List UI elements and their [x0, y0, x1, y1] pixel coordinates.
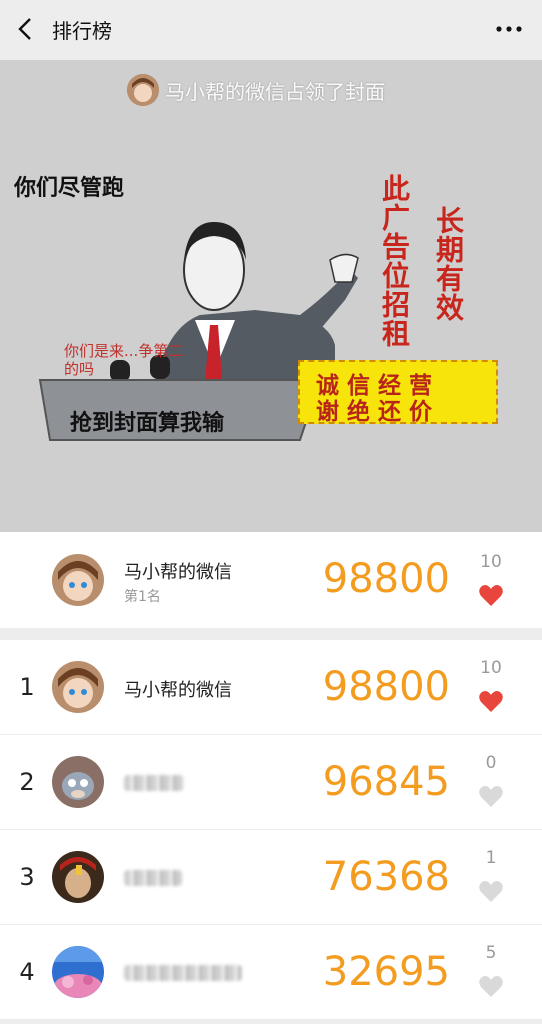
- rank-number: 3: [19, 863, 35, 891]
- avatar: [52, 661, 104, 713]
- rank-number: 1: [19, 673, 35, 701]
- like-count: 0: [485, 753, 497, 773]
- more-options-icon[interactable]: [494, 17, 524, 41]
- avatar: [52, 946, 104, 998]
- avatar: [52, 851, 104, 903]
- leaderboard-row[interactable]: 4 32695 5: [0, 925, 542, 1020]
- score: 98800: [322, 664, 450, 710]
- cover-avatar: [127, 74, 159, 106]
- back-arrow-icon[interactable]: [14, 16, 38, 42]
- heart-liked-icon[interactable]: [478, 690, 504, 714]
- meme-banner: 诚 信 经 营 谢 绝 还 价: [298, 360, 498, 425]
- heart-outline-icon[interactable]: [478, 785, 504, 809]
- like-count: 10: [480, 552, 502, 572]
- separator: [0, 628, 542, 640]
- user-name-obscured: [124, 965, 242, 981]
- banner-line-2: 谢 绝 还 价: [316, 399, 433, 425]
- score: 98800: [322, 556, 450, 602]
- avatar: [52, 554, 104, 606]
- like-count: 1: [485, 848, 497, 868]
- meme-bottom-text: 抢到封面算我输: [70, 411, 225, 436]
- meme-podium-text: 你们是来...争第二的吗: [64, 342, 184, 378]
- meme-left-text: 你们尽管跑: [14, 176, 125, 201]
- rank-label: 第1名: [124, 589, 161, 605]
- my-rank-card[interactable]: 马小帮的微信 第1名 98800 10: [0, 532, 542, 628]
- score: 96845: [322, 759, 450, 805]
- user-name-obscured: [124, 775, 184, 791]
- rank-number: 2: [19, 768, 35, 796]
- leaderboard-row[interactable]: 1 马小帮的微信 98800 10: [0, 640, 542, 735]
- user-name: 马小帮的微信: [124, 562, 232, 583]
- meme-column-2: 长期有效: [432, 206, 465, 322]
- like-count: 5: [485, 943, 497, 963]
- leaderboard-row[interactable]: 2 96845 0: [0, 735, 542, 830]
- cover-caption: 马小帮的微信占领了封面: [127, 73, 385, 107]
- heart-outline-icon[interactable]: [478, 975, 504, 999]
- avatar: [52, 756, 104, 808]
- score: 76368: [322, 854, 450, 900]
- user-name-obscured: [124, 870, 182, 886]
- meme-column-1: 此广告位招租: [378, 174, 411, 348]
- page-title: 排行榜: [52, 19, 112, 43]
- leaderboard-row[interactable]: 3 76368 1: [0, 830, 542, 925]
- like-count: 10: [480, 658, 502, 678]
- score: 32695: [322, 949, 450, 995]
- heart-liked-icon[interactable]: [478, 584, 504, 608]
- nav-bar: 排行榜: [0, 0, 542, 60]
- user-name: 马小帮的微信: [124, 680, 232, 701]
- cover-caption-text: 马小帮的微信占领了封面: [165, 79, 385, 104]
- rank-number: 4: [19, 958, 35, 986]
- heart-outline-icon[interactable]: [478, 880, 504, 904]
- cover-image: 马小帮的微信占领了封面 你们尽管跑 你们是来...争第二的吗 抢到封面算我输 此…: [0, 60, 542, 532]
